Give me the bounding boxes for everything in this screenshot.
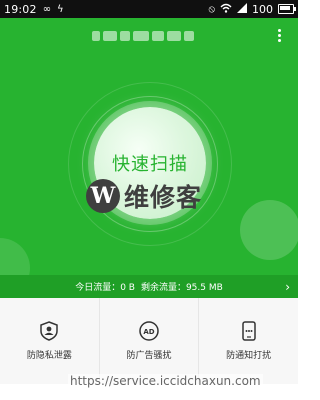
infinity-icon: ∞ [42,3,52,15]
feature-grid: 防隐私泄露 AD 防广告骚扰 防通知打扰 [0,298,298,384]
battery-icon [278,4,296,14]
watermark-badge: W [86,179,120,213]
scan-panel: 快速扫描 [0,18,298,298]
feature-label: 防通知打扰 [226,351,272,361]
svg-text:AD: AD [143,328,154,336]
status-bar: 19:02 ∞ ϟ ⦸ 100 [0,0,298,18]
watermark-badge-letter: W [90,183,116,209]
quick-scan-label: 快速扫描 [112,154,188,175]
watermark-logo-text: 维修客 [124,183,203,212]
battery-level: 100 [252,2,273,16]
feature-label: 防隐私泄露 [26,351,72,361]
ad-block-icon: AD [138,320,160,342]
wifi-icon [220,3,232,16]
feature-notification-block[interactable]: 防通知打扰 [199,298,298,384]
status-right: ⦸ 100 [208,0,296,18]
watermark-url: https://service.iccidchaxun.com [68,374,263,388]
traffic-strip[interactable]: 今日流量：0 B 剩余流量：95.5 MB › [0,275,298,298]
signal-icon [237,2,247,16]
more-vertical-icon[interactable] [276,29,282,47]
blurred-title [92,30,194,42]
feature-ad-block[interactable]: AD 防广告骚扰 [100,298,200,384]
phone-notification-icon [238,320,260,342]
today-traffic: 今日流量：0 B [75,283,135,293]
chevron-right-icon: › [285,280,290,294]
status-time: 19:02 [4,2,37,16]
lightning-icon: ϟ [57,3,64,15]
decorative-bubble [240,200,298,260]
feature-privacy-leak[interactable]: 防隐私泄露 [0,298,100,384]
shield-user-icon [38,320,60,342]
vibrate-icon: ⦸ [208,3,215,15]
remaining-traffic: 剩余流量：95.5 MB [140,283,223,293]
feature-label: 防广告骚扰 [126,351,172,361]
watermark-logo: W 维修客 [86,176,236,216]
